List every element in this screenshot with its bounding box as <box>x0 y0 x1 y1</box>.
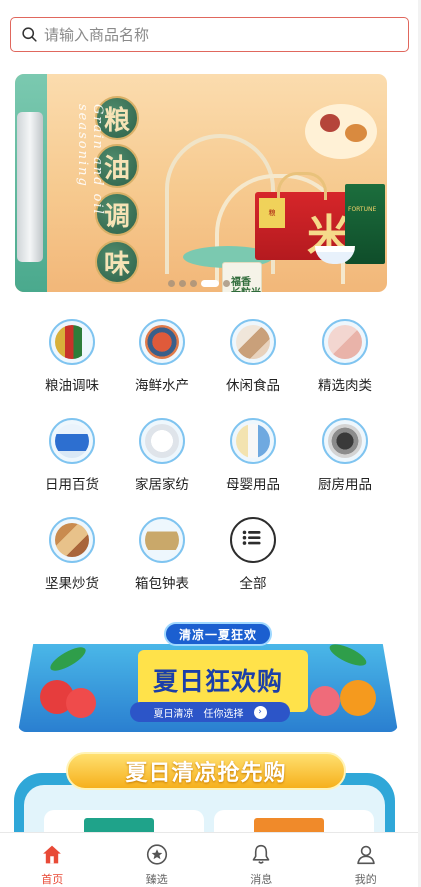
banner-vertical-text: Grain and oil seasoning <box>75 104 105 216</box>
green-bag-label: FORTUNE <box>348 206 377 213</box>
search-bar[interactable]: 请输入商品名称 <box>10 17 409 52</box>
home-textile-icon <box>139 418 185 464</box>
gift-box-tag: 粮 <box>259 198 285 228</box>
category-label: 母婴用品 <box>226 477 280 493</box>
food-item <box>345 124 367 142</box>
category-item[interactable]: 厨房用品 <box>305 418 385 493</box>
tab-label: 臻选 <box>145 873 168 886</box>
category-item[interactable]: 精选肉类 <box>305 319 385 394</box>
daily-goods-icon <box>49 418 95 464</box>
search-placeholder[interactable]: 请输入商品名称 <box>44 24 149 45</box>
home-icon <box>43 845 62 864</box>
summer-sale-banner[interactable]: 夏日狂欢购 清凉一夏狂欢 夏日清凉 任你选择 › <box>18 622 398 732</box>
category-item[interactable]: 日用百货 <box>32 418 112 493</box>
carousel-dot[interactable] <box>179 280 186 287</box>
carousel-indicator <box>168 280 230 287</box>
luggage-icon <box>139 517 185 563</box>
category-item[interactable]: 粮油调味 <box>32 319 112 394</box>
category-item[interactable]: 母婴用品 <box>213 418 293 493</box>
seafood-icon <box>139 319 185 365</box>
meat-icon <box>322 319 368 365</box>
category-label: 日用百货 <box>45 477 99 493</box>
category-label: 全部 <box>239 576 267 592</box>
chevron-right-icon: › <box>253 705 267 719</box>
carousel-dot[interactable] <box>223 280 230 287</box>
rice-bag-label: 福香 长粒米 <box>231 277 261 292</box>
bell-icon <box>252 844 270 864</box>
section-title: 夏日清凉抢先购 <box>66 752 346 790</box>
category-item[interactable]: 海鲜水产 <box>122 319 202 394</box>
suitcase-image <box>17 112 43 262</box>
category-label: 精选肉类 <box>318 378 372 394</box>
app-screen: 请输入商品名称 粮 油 调 味 Grain and oil seasoning … <box>0 0 421 887</box>
category-item[interactable]: 全部 <box>213 517 293 592</box>
gift-box-handle <box>277 172 327 200</box>
category-label: 休闲食品 <box>226 378 280 394</box>
tab-label: 我的 <box>354 873 377 886</box>
category-item[interactable]: 箱包钟表 <box>122 517 202 592</box>
promo-cta-left: 夏日清凉 <box>153 708 194 720</box>
category-label: 厨房用品 <box>318 477 372 493</box>
promo-cta-right: 任你选择 <box>203 708 244 720</box>
category-item[interactable]: 坚果炒货 <box>32 517 112 592</box>
carousel-dot[interactable] <box>190 280 197 287</box>
promo-carousel[interactable]: 粮 油 调 味 Grain and oil seasoning 福香 长粒米 粮… <box>15 74 387 292</box>
tab-featured[interactable]: 臻选 <box>105 833 210 887</box>
category-label: 家居家纺 <box>135 477 189 493</box>
tab-home[interactable]: 首页 <box>0 833 105 887</box>
category-label: 粮油调味 <box>45 378 99 394</box>
tab-messages[interactable]: 消息 <box>209 833 314 887</box>
peach-image <box>310 686 340 716</box>
tab-profile[interactable]: 我的 <box>314 833 419 887</box>
tab-label: 消息 <box>250 873 273 886</box>
strawberry-image <box>66 688 96 718</box>
star-circle-icon <box>146 844 167 865</box>
food-item <box>320 114 340 132</box>
bottom-tab-bar: 首页 臻选 消息 我的 <box>0 832 418 887</box>
carousel-dot-active[interactable] <box>201 280 219 287</box>
orange-image <box>340 680 376 716</box>
search-icon <box>22 27 37 42</box>
tab-label: 首页 <box>41 873 64 886</box>
promo-ribbon: 清凉一夏狂欢 <box>164 622 272 646</box>
carousel-dot[interactable] <box>168 280 175 287</box>
category-label: 坚果炒货 <box>45 576 99 592</box>
kitchen-cooker-icon <box>322 418 368 464</box>
nuts-icon <box>49 517 95 563</box>
category-label: 箱包钟表 <box>135 576 189 592</box>
promo-title: 夏日狂欢购 <box>152 667 283 696</box>
baby-products-icon <box>230 418 276 464</box>
summer-cool-section: 夏日清凉抢先购 <box>14 748 395 865</box>
promo-cta[interactable]: 夏日清凉 任你选择 › <box>130 702 290 722</box>
category-item[interactable]: 家居家纺 <box>122 418 202 493</box>
snacks-icon <box>230 319 276 365</box>
rice-bag-image: 福香 长粒米 <box>222 262 262 292</box>
category-label: 海鲜水产 <box>135 378 189 394</box>
cooking-oil-icon <box>49 319 95 365</box>
user-icon <box>356 845 375 865</box>
list-menu-icon <box>230 517 276 563</box>
category-item[interactable]: 休闲食品 <box>213 319 293 394</box>
